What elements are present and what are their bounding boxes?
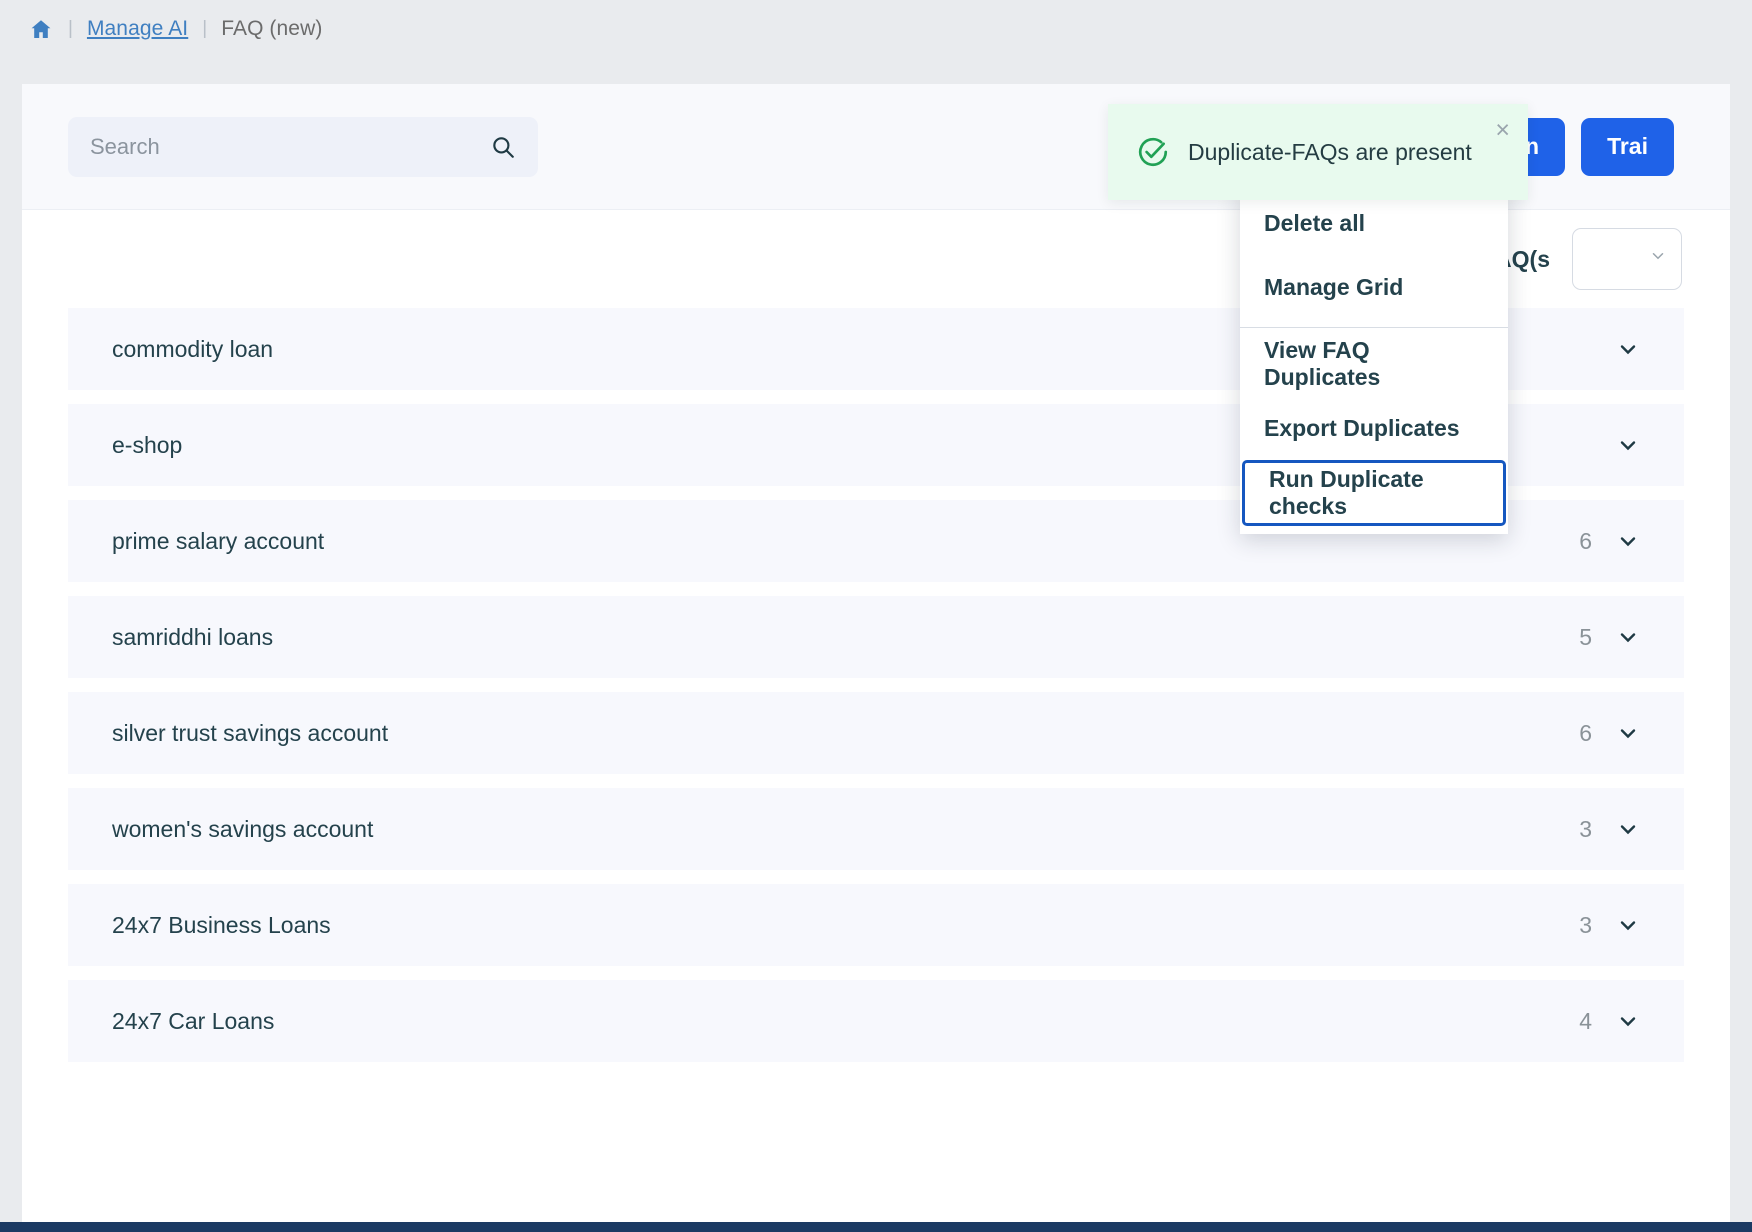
faq-count: 6 xyxy=(1579,527,1592,554)
faq-count: 6 xyxy=(1579,719,1592,746)
table-row[interactable]: 24x7 Car Loans 4 xyxy=(68,980,1684,1062)
toast-notification: Duplicate-FAQs are present × xyxy=(1108,104,1528,200)
faq-row-meta: 6 xyxy=(1579,720,1640,747)
faq-title: 24x7 Car Loans xyxy=(112,1007,275,1034)
chevron-down-icon[interactable] xyxy=(1616,913,1640,937)
faq-row-meta: 3 xyxy=(1579,912,1640,939)
faq-count: 4 xyxy=(1579,1007,1592,1034)
chevron-down-icon[interactable] xyxy=(1616,721,1640,745)
circle-check-icon xyxy=(1136,135,1170,169)
table-row[interactable]: silver trust savings account 6 xyxy=(68,692,1684,774)
faq-row-meta xyxy=(1592,337,1640,361)
faq-title: commodity loan xyxy=(112,335,274,362)
breadcrumb: | Manage AI | FAQ (new) xyxy=(0,0,1752,58)
faq-title: women's savings account xyxy=(112,815,374,842)
chevron-down-icon[interactable] xyxy=(1616,529,1640,553)
faq-row-meta: 4 xyxy=(1579,1008,1640,1035)
page-size-select[interactable] xyxy=(1572,228,1682,290)
breadcrumb-current-page: FAQ (new) xyxy=(221,17,323,40)
chevron-down-icon xyxy=(1649,247,1667,271)
chevron-down-icon[interactable] xyxy=(1616,817,1640,841)
faq-row-meta: 6 xyxy=(1579,528,1640,555)
menu-item-export-duplicates[interactable]: Export Duplicates xyxy=(1240,396,1508,460)
bottom-bar xyxy=(0,1222,1752,1232)
menu-item-manage-grid[interactable]: Manage Grid xyxy=(1240,255,1508,319)
chevron-down-icon[interactable] xyxy=(1616,337,1640,361)
faq-row-meta xyxy=(1592,433,1640,457)
search-input[interactable] xyxy=(90,133,490,160)
home-icon[interactable] xyxy=(28,16,54,42)
table-row[interactable]: samriddhi loans 5 xyxy=(68,596,1684,678)
chevron-down-icon[interactable] xyxy=(1616,625,1640,649)
faq-row-meta: 3 xyxy=(1579,816,1640,843)
chevron-down-icon[interactable] xyxy=(1616,433,1640,457)
menu-item-view-faq-duplicates[interactable]: View FAQ Duplicates xyxy=(1240,332,1508,396)
faq-title: e-shop xyxy=(112,431,183,458)
menu-item-delete-all[interactable]: Delete all xyxy=(1240,191,1508,255)
faq-count: 3 xyxy=(1579,911,1592,938)
faq-title: silver trust savings account xyxy=(112,719,389,746)
chevron-down-icon[interactable] xyxy=(1616,1009,1640,1033)
menu-divider xyxy=(1240,327,1508,328)
table-row[interactable]: women's savings account 3 xyxy=(68,788,1684,870)
actions-dropdown-menu: Delete all Manage Grid View FAQ Duplicat… xyxy=(1240,185,1508,534)
toast-message: Duplicate-FAQs are present xyxy=(1188,138,1472,165)
faq-count: 3 xyxy=(1579,815,1592,842)
train-label: Trai xyxy=(1607,133,1648,159)
faq-title: samriddhi loans xyxy=(112,623,274,650)
breadcrumb-separator-1: | xyxy=(68,18,73,39)
faq-count: 5 xyxy=(1579,623,1592,650)
train-button[interactable]: Trai xyxy=(1581,117,1674,176)
search-icon[interactable] xyxy=(490,134,516,160)
faq-row-meta: 5 xyxy=(1579,624,1640,651)
faq-title: 24x7 Business Loans xyxy=(112,911,331,938)
table-row[interactable]: 24x7 Business Loans 3 xyxy=(68,884,1684,966)
breadcrumb-separator-2: | xyxy=(202,18,208,39)
search-box[interactable] xyxy=(68,116,538,177)
faq-title: prime salary account xyxy=(112,527,325,554)
close-icon[interactable]: × xyxy=(1495,118,1510,143)
breadcrumb-link-manage-ai[interactable]: Manage AI xyxy=(87,17,188,41)
menu-item-run-duplicate-checks[interactable]: Run Duplicate checks xyxy=(1242,460,1506,526)
